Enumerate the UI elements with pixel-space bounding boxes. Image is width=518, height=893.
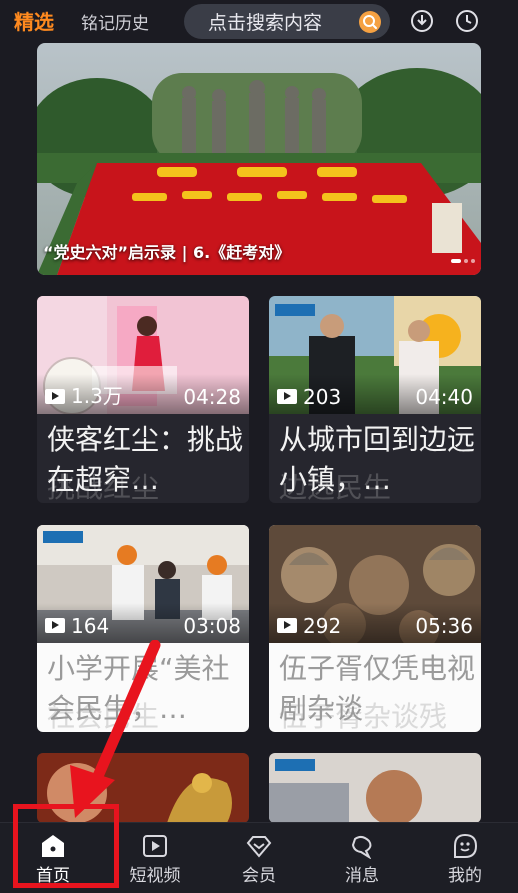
nav-profile[interactable]: 我的 (420, 823, 510, 893)
nav-label: 会员 (242, 866, 276, 886)
nav-label: 消息 (345, 866, 379, 886)
video-card[interactable] (269, 753, 481, 823)
tab-featured[interactable]: 精选 (14, 6, 54, 35)
video-duration: 04:28 (183, 385, 241, 409)
message-icon (349, 833, 375, 860)
annotation-arrow (70, 640, 161, 818)
view-count: 203 (303, 385, 342, 409)
top-header: 精选 铭记历史 点击搜索内容 (0, 0, 518, 42)
short-video-icon (142, 833, 168, 859)
search-icon (359, 11, 381, 33)
video-thumbnail: 292 05:36 (269, 525, 481, 643)
video-thumbnail: 203 04:40 (269, 296, 481, 414)
profile-icon (452, 833, 478, 859)
search-placeholder: 点击搜索内容 (208, 12, 323, 34)
video-title: 从城市回到边远小镇，… (279, 423, 475, 496)
carousel-indicator (451, 259, 475, 263)
annotation-highlight-box (13, 804, 119, 888)
nav-messages[interactable]: 消息 (317, 823, 407, 893)
vip-diamond-icon (246, 833, 272, 859)
nav-short-video[interactable]: 短视频 (110, 823, 200, 893)
video-thumbnail (269, 753, 481, 823)
play-icon (45, 618, 65, 633)
video-card[interactable]: 203 04:40 边远民生 从城市回到边远小镇，… (269, 296, 481, 503)
play-icon (45, 389, 65, 404)
video-duration: 05:36 (415, 614, 473, 638)
hero-banner[interactable]: “党史六对”启示录 | 6.《赶考对》 (37, 43, 481, 275)
view-count: 1.3万 (71, 384, 123, 408)
view-count: 292 (303, 614, 342, 638)
video-title: 侠客红尘：挑战在超窄… (47, 423, 243, 496)
hero-caption: “党史六对”启示录 | 6.《赶考对》 (43, 243, 291, 262)
video-card[interactable]: 292 05:36 伍子胥杂谈残 伍子胥仅凭电视剧杂谈 (269, 525, 481, 732)
video-duration: 03:08 (183, 614, 241, 638)
nav-label: 短视频 (129, 866, 181, 886)
download-icon[interactable] (410, 9, 434, 33)
tab-history[interactable]: 铭记历史 (81, 9, 149, 34)
video-thumbnail: 1.3万 04:28 (37, 296, 249, 414)
play-icon (277, 389, 297, 404)
video-card[interactable]: 1.3万 04:28 挑战红尘 侠客红尘：挑战在超窄… (37, 296, 249, 503)
nav-vip[interactable]: 会员 (214, 823, 304, 893)
search-bar[interactable]: 点击搜索内容 (184, 4, 390, 39)
video-duration: 04:40 (415, 385, 473, 409)
history-clock-icon[interactable] (455, 9, 479, 33)
view-count: 164 (71, 614, 110, 638)
nav-label: 我的 (448, 866, 482, 886)
video-thumbnail: 164 03:08 (37, 525, 249, 643)
video-title: 伍子胥仅凭电视剧杂谈 (279, 652, 475, 725)
play-icon (277, 618, 297, 633)
